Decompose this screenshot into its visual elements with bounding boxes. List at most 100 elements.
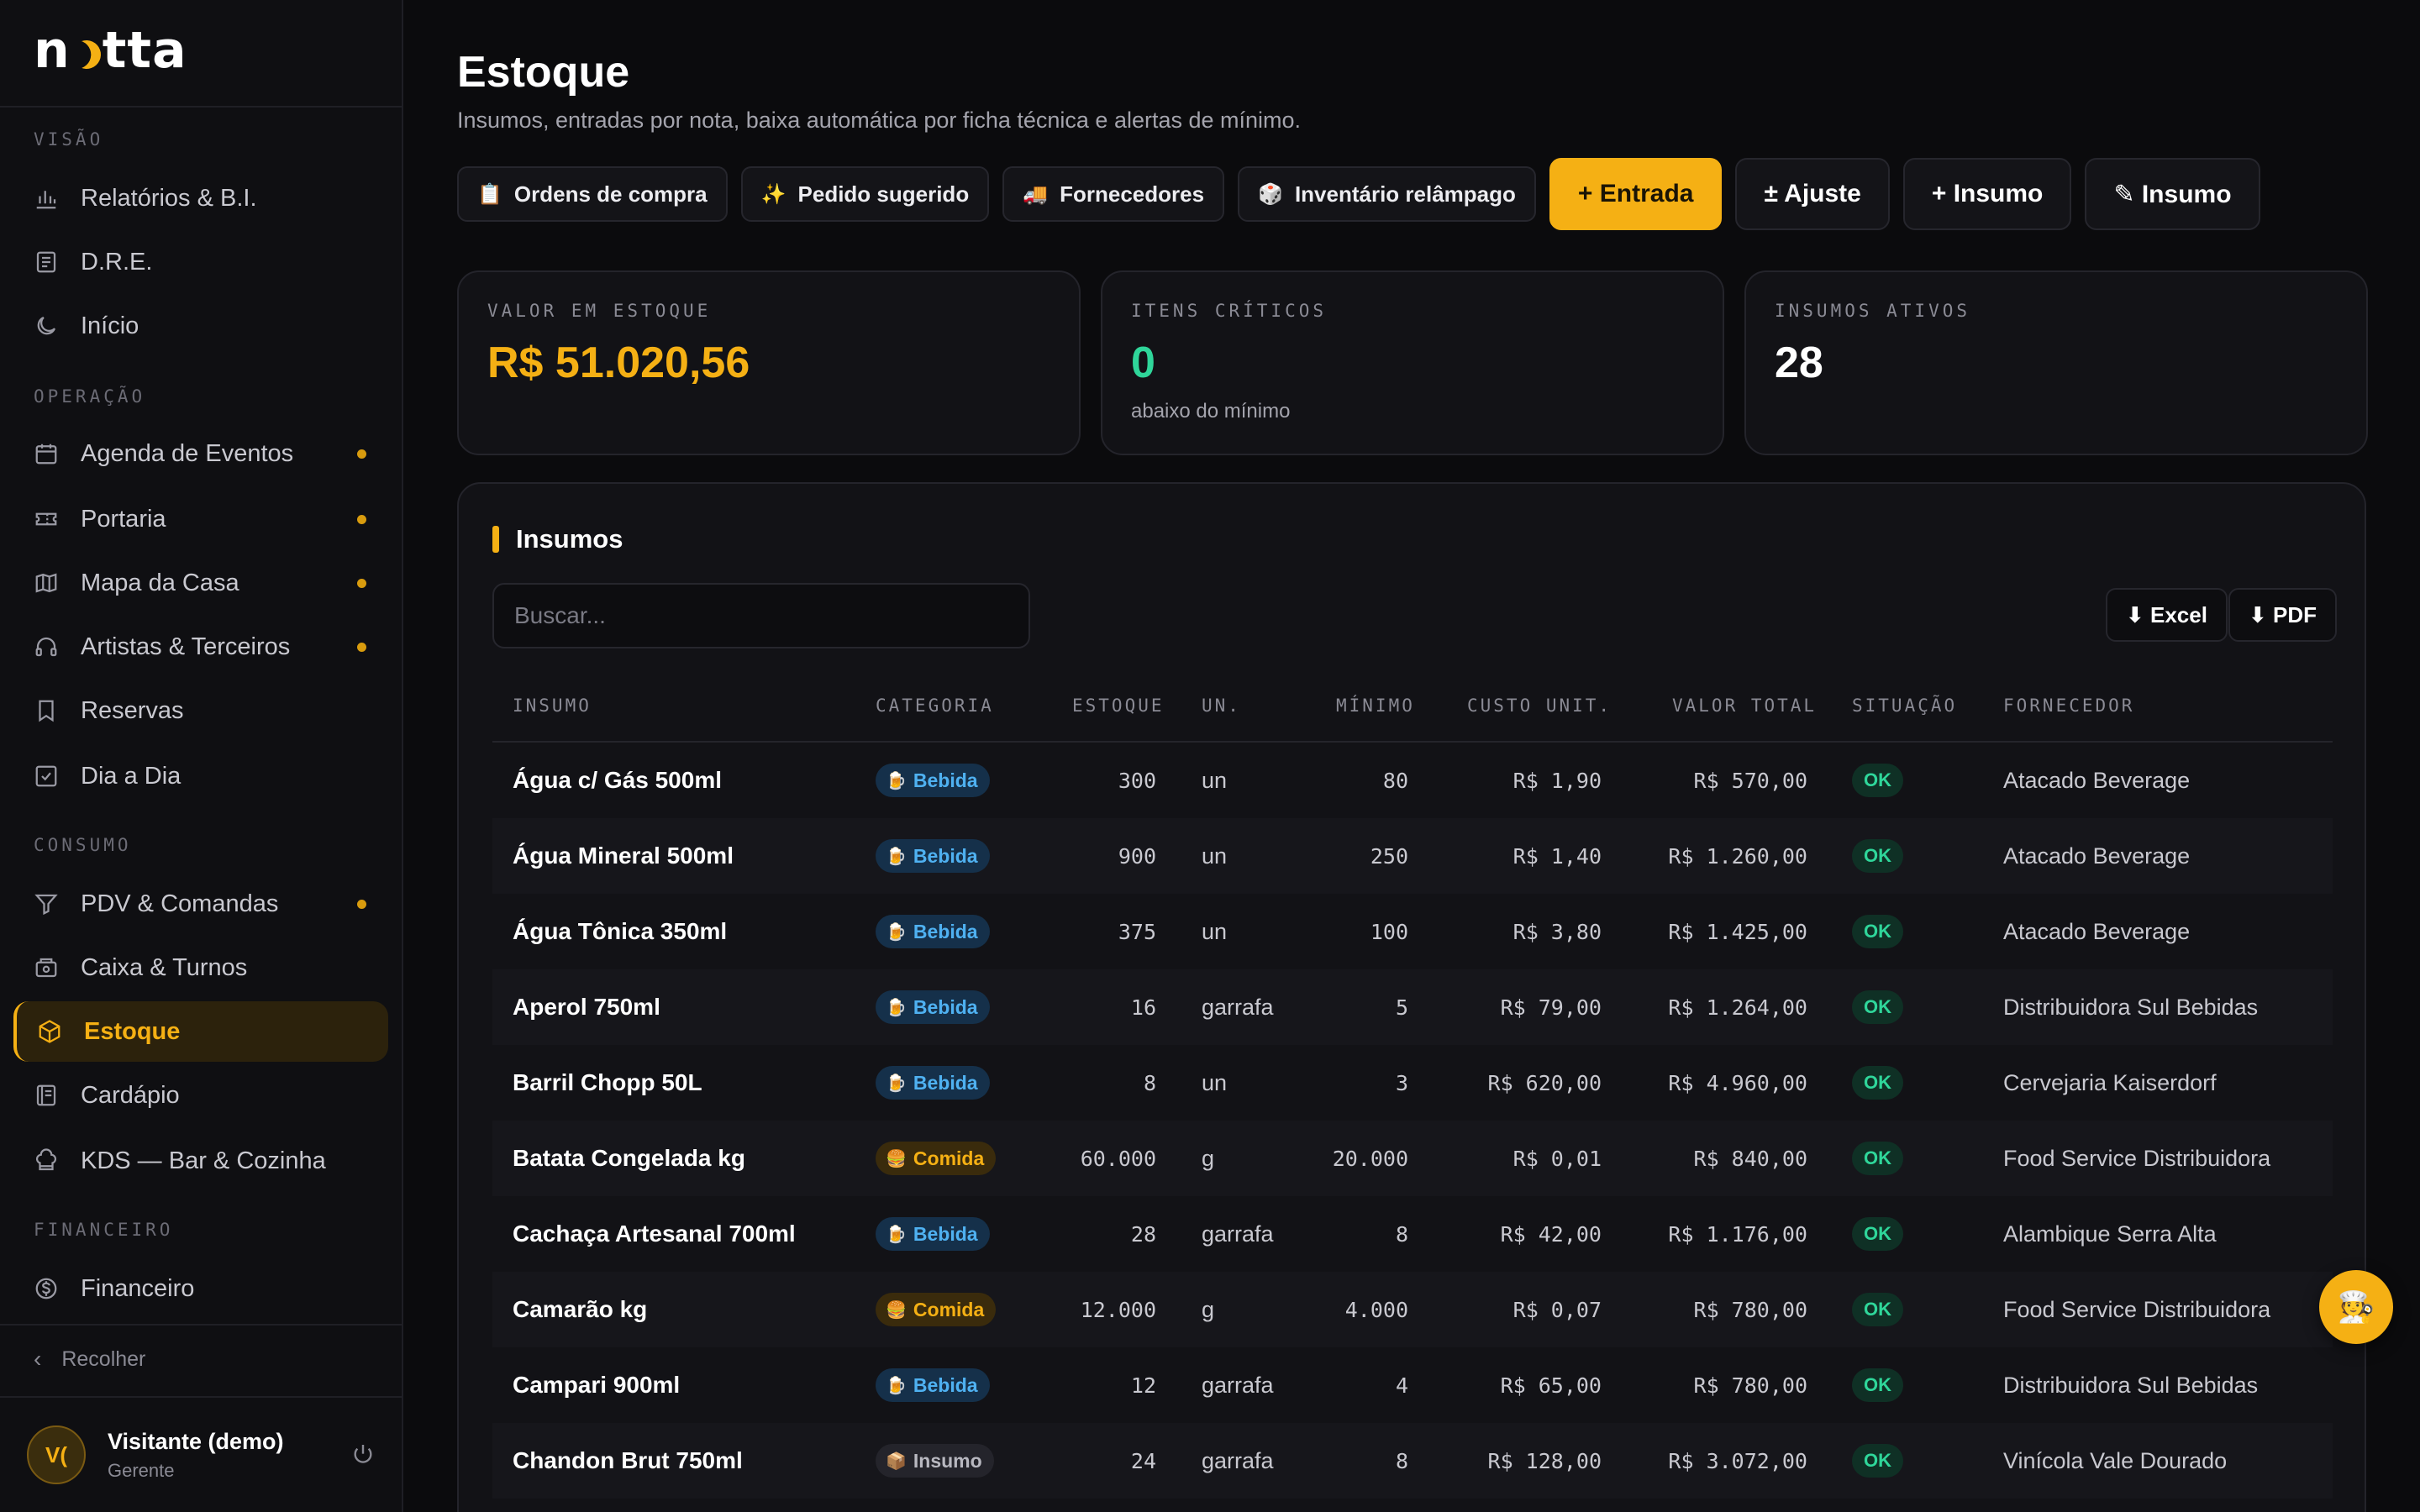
card-value: 0 (1131, 339, 1155, 387)
table-row[interactable]: Água Mineral 500ml 🍺 Bebida 900 un 250 R$ 1,40… (492, 818, 2333, 894)
category-badge: 🍺 Bebida (876, 764, 990, 797)
category-badge: 🍺 Bebida (876, 1217, 990, 1251)
cell-fornecedor: Atacado Beverage (2003, 767, 2191, 793)
toolbar: 📋 Ordens de compra ✨ Pedido sugerido 🚚 Forn… (457, 158, 2274, 230)
column-header[interactable]: CUSTO UNIT. (1467, 696, 1612, 716)
cell-valor-total: R$ 1.425,00 (1668, 919, 1807, 944)
column-header[interactable]: ESTOQUE (1072, 696, 1165, 716)
cell-unidade: g (1202, 1296, 1215, 1322)
summary-cards: VALOR EM ESTOQUE R$ 51.020,56 ITENS CRÍT… (457, 270, 2368, 455)
cell-insumo: Água c/ Gás 500ml (513, 767, 723, 793)
cell-categoria: 🍔 Comida (876, 1121, 997, 1196)
table-row[interactable]: Camarão kg 🍔 Comida 12.000 g 4.000 R$ 0,07 R$ 7… (492, 1272, 2333, 1347)
power-icon[interactable] (350, 1441, 376, 1468)
export-pdf-button[interactable]: ⬇ PDF (2228, 588, 2338, 642)
user-role: Gerente (108, 1459, 175, 1481)
card-label: INSUMOS ATIVOS (1775, 301, 1971, 321)
category-label: Bebida (913, 1222, 978, 1245)
card-label: ITENS CRÍTICOS (1131, 301, 1328, 321)
sidebar-item-label: Financeiro (81, 1274, 195, 1302)
cell-unidade: garrafa (1202, 1372, 1274, 1398)
card-itens-criticos: ITENS CRÍTICOS 0 abaixo do mínimo (1101, 270, 1724, 455)
table-row[interactable]: Chandon Brut 750ml 📦 Insumo 24 garrafa 8 R$ 12… (492, 1423, 2333, 1499)
sidebar-item-caixa[interactable]: Caixa & Turnos (13, 937, 388, 998)
table-row[interactable]: Aperol 750ml 🍺 Bebida 16 garrafa 5 R$ 79,00 R$ … (492, 969, 2333, 1045)
edit-insumo-button[interactable]: ✎ Insumo (2085, 158, 2260, 230)
sidebar-item-kds[interactable]: KDS — Bar & Cozinha (13, 1131, 388, 1191)
app-logo[interactable]: n tta (34, 21, 187, 80)
sidebar-item-agenda[interactable]: Agenda de Eventos (13, 423, 388, 484)
add-insumo-button[interactable]: + Insumo (1902, 158, 2072, 230)
sidebar-item-cardapio[interactable]: Cardápio (13, 1065, 388, 1126)
cell-fornecedor: Food Service Distribuidora (2003, 1145, 2271, 1171)
table-row[interactable]: Cachaça Artesanal 700ml 🍺 Bebida 28 garrafa 8… (492, 1196, 2333, 1272)
sidebar-item-estoque[interactable]: Estoque (13, 1001, 388, 1062)
sidebar-item-portaria[interactable]: Portaria (13, 489, 388, 549)
column-header[interactable]: MÍNIMO (1336, 696, 1415, 716)
sidebar-item-label: Reservas (81, 696, 184, 724)
divider (0, 106, 402, 108)
cell-estoque: 28 (1130, 1221, 1156, 1247)
fornecedores-button[interactable]: 🚚 Fornecedores (1002, 166, 1225, 222)
sidebar-item-label: Relatórios & B.I. (81, 184, 257, 212)
sidebar-item-mapa[interactable]: Mapa da Casa (13, 553, 388, 613)
column-header[interactable]: FORNECEDOR (2003, 696, 2134, 716)
sidebar-item-inicio[interactable]: Início (13, 296, 388, 356)
ordens-de-compra-button[interactable]: 📋 Ordens de compra (457, 166, 728, 222)
sidebar-item-artistas[interactable]: Artistas & Terceiros (13, 617, 388, 677)
button-label: Ordens de compra (513, 181, 708, 207)
table-row[interactable]: Água c/ Gás 500ml 🍺 Bebida 300 un 80 R$ 1,90 R$… (492, 743, 2333, 818)
table-row[interactable]: Batata Congelada kg 🍔 Comida 60.000 g 20.000 R… (492, 1121, 2333, 1196)
cell-minimo: 100 (1370, 919, 1408, 944)
cell-valor-total: R$ 840,00 (1693, 1146, 1807, 1171)
sidebar-item-label: Caixa & Turnos (81, 953, 248, 981)
cell-categoria: 🍺 Bebida (876, 743, 990, 818)
sidebar-item-dre[interactable]: D.R.E. (13, 232, 388, 292)
search-input[interactable] (492, 583, 1030, 648)
sidebar-item-label: KDS — Bar & Cozinha (81, 1147, 326, 1174)
sidebar-item-financeiro[interactable]: Financeiro (13, 1258, 388, 1319)
category-label: Bebida (913, 844, 978, 867)
status-badge: OK (1852, 1444, 1903, 1478)
cell-insumo: Barril Chopp 50L (513, 1069, 702, 1095)
sidebar-item-relatorios[interactable]: Relatórios & B.I. (13, 168, 388, 228)
column-header[interactable]: CATEGORIA (876, 696, 994, 716)
sidebar-item-dia-a-dia[interactable]: Dia a Dia (13, 746, 388, 806)
table-row[interactable]: Barril Chopp 50L 🍺 Bebida 8 un 3 R$ 620,00 R$ 4… (492, 1045, 2333, 1121)
inventario-relampago-button[interactable]: 🎲 Inventário relâmpago (1238, 166, 1536, 222)
table-row[interactable]: Campari 900ml 🍺 Bebida 12 garrafa 4 R$ 65,00 R$… (492, 1347, 2333, 1423)
sidebar-item-reservas[interactable]: Reservas (13, 680, 388, 741)
chef-assistant-button[interactable]: 🧑‍🍳 (2319, 1270, 2393, 1344)
category-label: Bebida (913, 920, 978, 942)
cell-fornecedor: Vinícola Vale Dourado (2003, 1447, 2228, 1473)
collapse-sidebar-button[interactable]: ‹ Recolher (34, 1344, 145, 1374)
sidebar-item-pdv[interactable]: PDV & Comandas (13, 874, 388, 934)
document-icon (32, 248, 60, 276)
column-header[interactable]: UN. (1202, 696, 1241, 716)
cell-valor-total: R$ 780,00 (1693, 1373, 1807, 1398)
column-header[interactable]: INSUMO (513, 696, 592, 716)
export-excel-button[interactable]: ⬇ Excel (2106, 588, 2228, 642)
cell-insumo: Campari 900ml (513, 1372, 681, 1398)
check-square-icon (32, 762, 60, 790)
user-name: Visitante (demo) (108, 1428, 284, 1454)
page-title: Estoque (457, 48, 630, 97)
column-header[interactable]: VALOR TOTAL (1672, 696, 1817, 716)
card-valor-estoque: VALOR EM ESTOQUE R$ 51.020,56 (457, 270, 1081, 455)
cell-minimo: 80 (1382, 768, 1408, 793)
column-header[interactable]: SITUAÇÃO (1852, 696, 1957, 716)
cell-valor-total: R$ 780,00 (1693, 1297, 1807, 1322)
cell-unidade: un (1202, 767, 1228, 793)
cell-fornecedor: Alambique Serra Alta (2003, 1221, 2217, 1247)
cell-valor-total: R$ 570,00 (1693, 768, 1807, 793)
user-profile[interactable]: V( Visitante (demo) Gerente (27, 1423, 388, 1487)
cell-situacao: OK (1852, 1347, 1903, 1423)
status-badge: OK (1852, 990, 1903, 1024)
collapse-label: Recolher (61, 1347, 146, 1371)
entrada-button[interactable]: + Entrada (1549, 158, 1723, 230)
bebida-icon: 🍺 (886, 1376, 907, 1395)
pedido-sugerido-button[interactable]: ✨ Pedido sugerido (740, 166, 990, 222)
button-label: Fornecedores (1060, 181, 1205, 207)
ajuste-button[interactable]: ± Ajuste (1735, 158, 1890, 230)
table-row[interactable]: Água Tônica 350ml 🍺 Bebida 375 un 100 R$ 3,80 R… (492, 894, 2333, 969)
